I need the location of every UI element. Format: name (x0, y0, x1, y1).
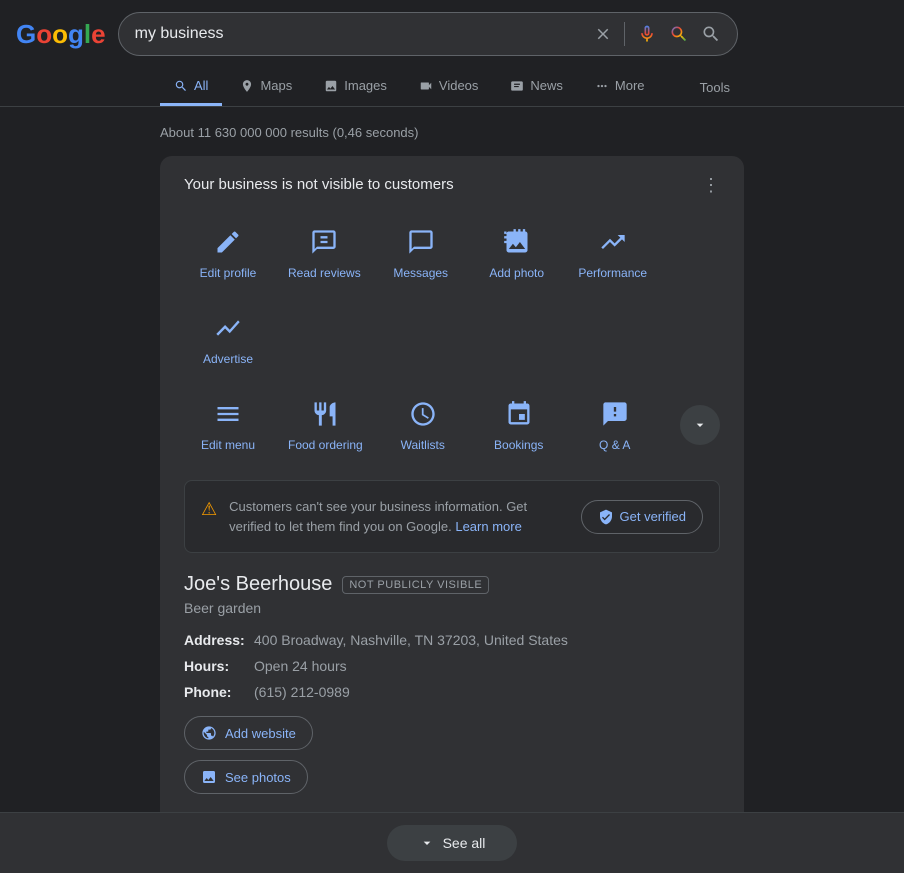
warning-content: ⚠ Customers can't see your business info… (201, 497, 569, 536)
qa-icon (599, 398, 631, 430)
tools-button[interactable]: Tools (686, 70, 744, 105)
waitlists-action[interactable]: Waitlists (379, 386, 467, 464)
business-name-row: Joe's Beerhouse NOT PUBLICLY VISIBLE (184, 573, 720, 596)
business-panel: Your business is not visible to customer… (160, 156, 744, 844)
tab-all[interactable]: All (160, 68, 222, 106)
edit-profile-icon (212, 226, 244, 258)
messages-label: Messages (393, 266, 448, 280)
actions-row1: Edit profile Read reviews Messages (184, 214, 720, 378)
warning-text: Customers can't see your business inform… (229, 497, 568, 536)
google-logo: Google (16, 19, 106, 50)
add-website-button[interactable]: Add website (184, 716, 313, 750)
add-photo-icon (501, 226, 533, 258)
advertise-action[interactable]: Advertise (184, 300, 272, 378)
business-type: Beer garden (184, 600, 720, 616)
clear-search-button[interactable] (594, 25, 612, 43)
edit-profile-action[interactable]: Edit profile (184, 214, 272, 292)
performance-icon (597, 226, 629, 258)
performance-action[interactable]: Performance (569, 214, 657, 292)
qa-action[interactable]: Q & A (571, 386, 659, 464)
tab-images[interactable]: Images (310, 68, 401, 106)
results-count: About 11 630 000 000 results (0,46 secon… (160, 115, 744, 156)
tab-news[interactable]: News (496, 68, 577, 106)
edit-menu-action[interactable]: Edit menu (184, 386, 272, 464)
search-button[interactable] (701, 24, 721, 44)
address-row: Address: 400 Broadway, Nashville, TN 372… (184, 632, 720, 648)
phone-row: Phone: (615) 212-0989 (184, 684, 720, 700)
learn-more-link[interactable]: Learn more (455, 519, 521, 534)
hours-row: Hours: Open 24 hours (184, 658, 720, 674)
search-input[interactable] (135, 25, 586, 43)
read-reviews-action[interactable]: Read reviews (280, 214, 369, 292)
read-reviews-label: Read reviews (288, 266, 361, 280)
phone-value: (615) 212-0989 (254, 684, 350, 700)
messages-action[interactable]: Messages (377, 214, 465, 292)
header: Google (0, 0, 904, 68)
tab-videos[interactable]: Videos (405, 68, 493, 106)
see-all-button[interactable]: See all (387, 825, 518, 861)
advertise-label: Advertise (203, 352, 253, 366)
add-photo-action[interactable]: Add photo (473, 214, 561, 292)
tab-more[interactable]: More (581, 68, 659, 106)
see-photos-button[interactable]: See photos (184, 760, 308, 794)
action-buttons: Add website See photos (184, 716, 720, 794)
search-bar (118, 12, 738, 56)
advertise-icon (212, 312, 244, 344)
hours-label: Hours: (184, 658, 254, 674)
see-all-bar: See all (0, 812, 904, 873)
actions-row2: Edit menu Food ordering Waitlists (184, 386, 720, 464)
edit-profile-label: Edit profile (200, 266, 257, 280)
bookings-action[interactable]: Bookings (475, 386, 563, 464)
phone-label: Phone: (184, 684, 254, 700)
panel-header: Your business is not visible to customer… (184, 176, 720, 194)
not-visible-badge: NOT PUBLICLY VISIBLE (342, 576, 489, 594)
panel-title: Your business is not visible to customer… (184, 176, 454, 193)
get-verified-button[interactable]: Get verified (581, 500, 703, 534)
messages-icon (405, 226, 437, 258)
waitlists-icon (407, 398, 439, 430)
qa-label: Q & A (599, 438, 630, 452)
food-ordering-label: Food ordering (288, 438, 363, 452)
expand-actions-button[interactable] (680, 405, 720, 445)
add-photo-label: Add photo (489, 266, 544, 280)
food-ordering-icon (309, 398, 341, 430)
edit-menu-icon (212, 398, 244, 430)
performance-label: Performance (578, 266, 647, 280)
results-area: About 11 630 000 000 results (0,46 secon… (0, 107, 904, 864)
warning-box: ⚠ Customers can't see your business info… (184, 480, 720, 553)
food-ordering-action[interactable]: Food ordering (280, 386, 371, 464)
address-label: Address: (184, 632, 254, 648)
voice-search-button[interactable] (637, 24, 657, 44)
lens-search-button[interactable] (669, 24, 689, 44)
nav-tabs: All Maps Images Videos News More Tools (0, 68, 904, 107)
more-options-button[interactable]: ⋮ (702, 176, 720, 194)
bookings-label: Bookings (494, 438, 543, 452)
warning-icon: ⚠ (201, 499, 217, 520)
tab-maps[interactable]: Maps (226, 68, 306, 106)
address-value: 400 Broadway, Nashville, TN 37203, Unite… (254, 632, 568, 648)
edit-menu-label: Edit menu (201, 438, 255, 452)
waitlists-label: Waitlists (401, 438, 445, 452)
bookings-icon (503, 398, 535, 430)
read-reviews-icon (308, 226, 340, 258)
business-name: Joe's Beerhouse (184, 573, 332, 596)
hours-value: Open 24 hours (254, 658, 347, 674)
